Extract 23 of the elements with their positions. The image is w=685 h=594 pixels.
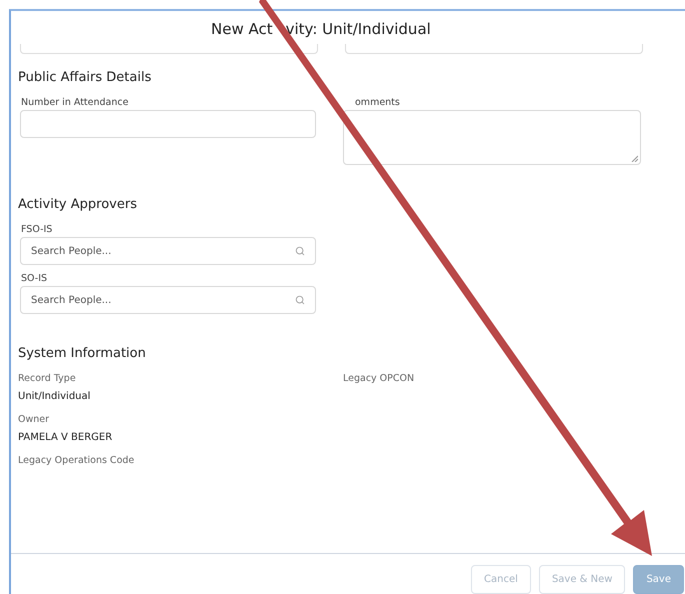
field-value: Unit/Individual bbox=[18, 391, 92, 402]
field-label: Number in Attendance bbox=[21, 97, 130, 108]
text-area[interactable] bbox=[343, 110, 641, 165]
search-field[interactable]: Search People... bbox=[20, 237, 316, 265]
search-field[interactable]: Search People... bbox=[20, 286, 316, 314]
window-title: New Act bbox=[211, 20, 273, 38]
window-title: vity: Unit/Individual bbox=[286, 20, 431, 38]
resize-handle-icon[interactable] bbox=[631, 155, 638, 162]
search-icon bbox=[295, 295, 305, 305]
field-label: SO-IS bbox=[21, 273, 48, 284]
input-field[interactable] bbox=[345, 44, 643, 54]
field-label: Legacy OPCON bbox=[343, 373, 416, 384]
search-icon bbox=[295, 246, 305, 256]
field-label: FSO-IS bbox=[21, 224, 54, 235]
field-label: Owner bbox=[18, 414, 50, 425]
input-field[interactable] bbox=[20, 110, 316, 138]
field-label: omments bbox=[355, 97, 401, 108]
section-heading: System Information bbox=[18, 346, 147, 361]
field-value: PAMELA V BERGER bbox=[18, 432, 114, 443]
section-heading: Activity Approvers bbox=[18, 197, 138, 212]
section-heading: Public Affairs Details bbox=[18, 70, 152, 85]
field-label: Legacy Operations Code bbox=[18, 455, 136, 466]
field-label: Record Type bbox=[18, 373, 77, 384]
